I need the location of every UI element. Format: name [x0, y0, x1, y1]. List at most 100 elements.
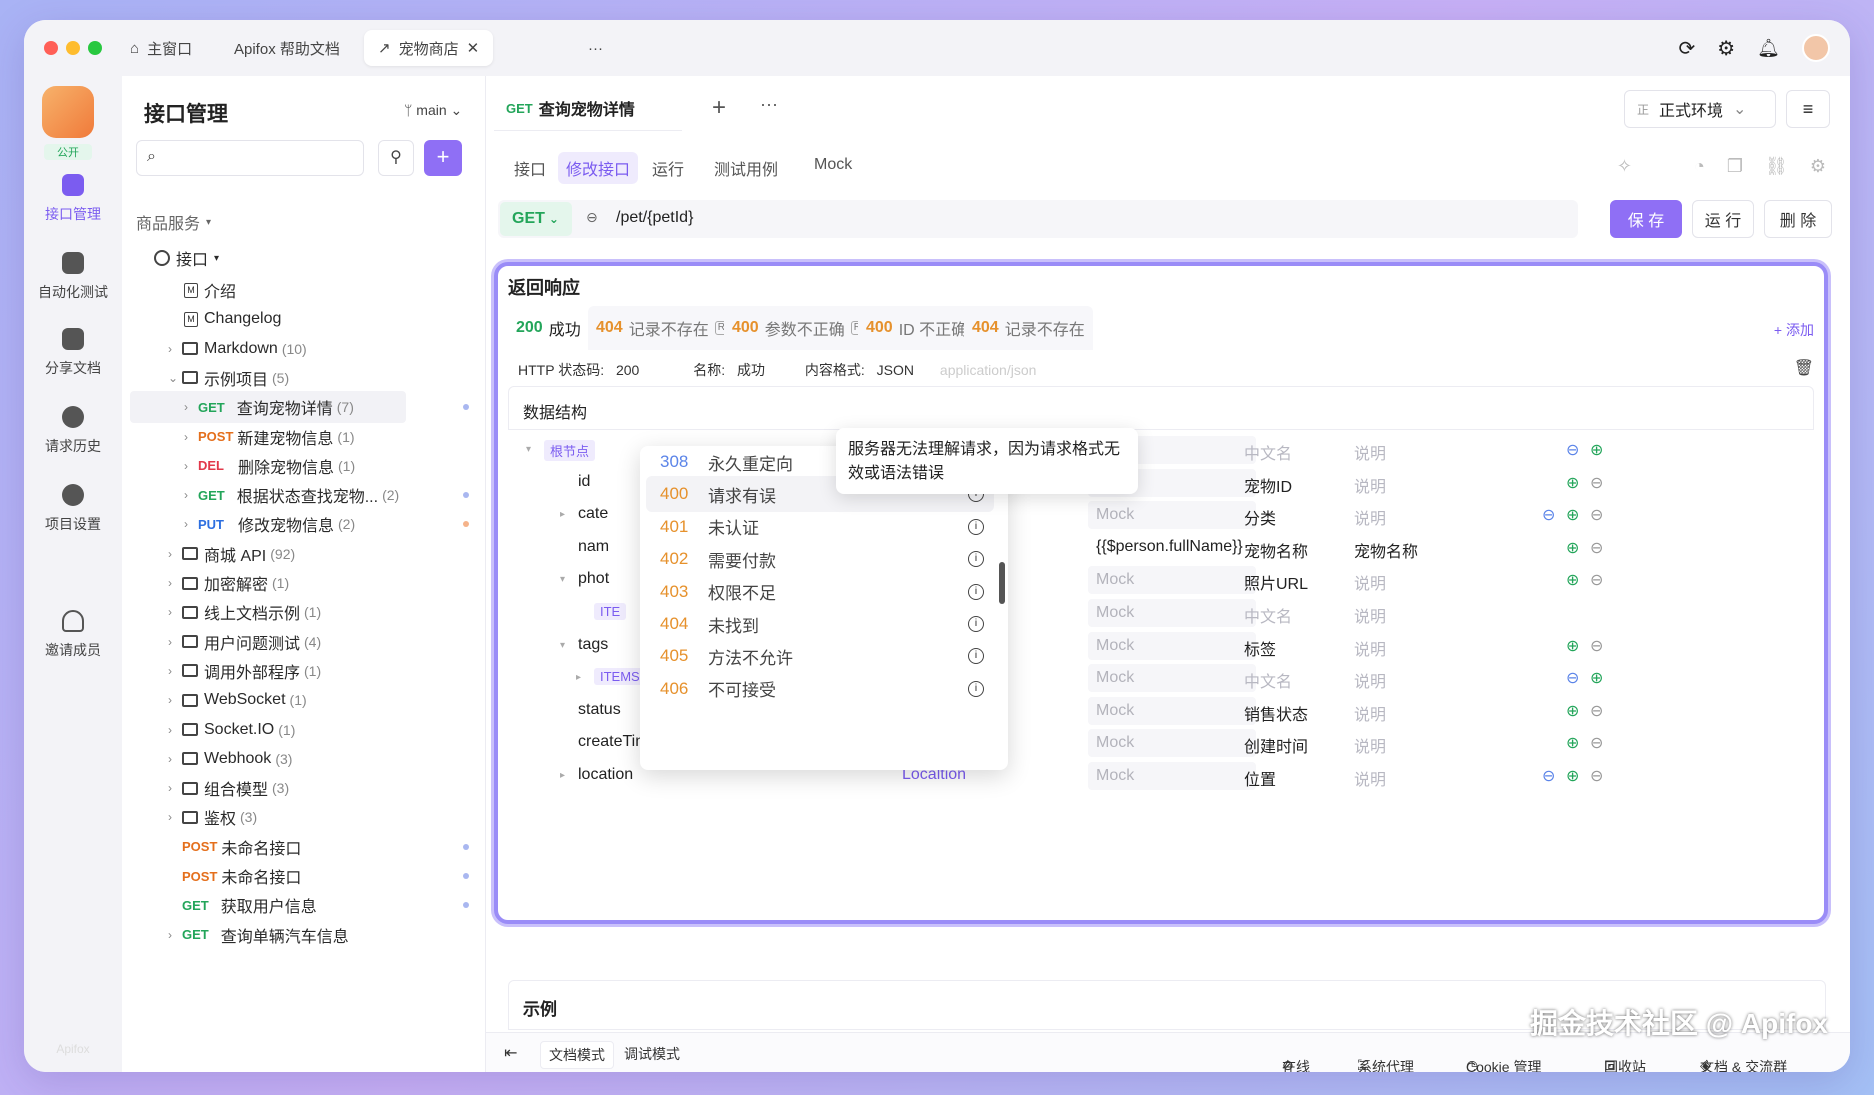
tab-api[interactable]: 接口 — [506, 152, 554, 184]
remove-icon[interactable]: ⊖ — [1590, 636, 1603, 656]
add-response-button[interactable]: + 添加 — [1774, 320, 1814, 340]
field-name[interactable]: id — [578, 473, 590, 491]
description-input[interactable]: 说明 — [1354, 603, 1386, 627]
nav-api-management[interactable]: 接口管理 — [24, 174, 122, 224]
tab-main-window[interactable]: ⌂ 主窗口 — [116, 30, 206, 66]
nav-project-settings[interactable]: 项目设置 — [24, 484, 122, 534]
more-tabs-button[interactable]: ··· — [574, 30, 617, 66]
status-code-option[interactable]: 406 不可接受 i — [646, 671, 994, 707]
remove-icon[interactable]: ⊖ — [1590, 473, 1603, 493]
remove-icon[interactable]: ⊖ — [1590, 766, 1603, 786]
field-name[interactable]: phot — [578, 570, 609, 588]
tree-folder-item[interactable]: › 加密解密 (1) — [168, 567, 289, 599]
tree-folder-item[interactable]: › 调用外部程序 (1) — [168, 655, 321, 687]
save-button[interactable]: 保 存 — [1610, 200, 1682, 238]
tree-folder-item[interactable]: › 用户问题测试 (4) — [168, 626, 321, 658]
info-icon[interactable]: i — [968, 616, 984, 632]
chinese-name-input[interactable]: 宠物名称 — [1244, 538, 1308, 562]
chinese-name-input[interactable]: 中文名 — [1244, 603, 1292, 627]
chevron-right-icon[interactable]: › — [184, 400, 198, 414]
expand-toggle-icon[interactable]: ▸ — [576, 672, 581, 683]
tree-folder-item[interactable]: › 商城 API (92) — [168, 538, 295, 570]
remove-icon[interactable]: ⊖ — [1590, 505, 1603, 525]
tree-api-item[interactable]: POST 未命名接口 — [182, 831, 301, 863]
chevron-right-icon[interactable]: › — [168, 342, 182, 356]
chevron-right-icon[interactable]: › — [184, 459, 198, 473]
more-options-icon[interactable]: ⊖ — [1542, 505, 1555, 525]
tree-folder-item[interactable]: › 鉴权 (3) — [168, 801, 257, 833]
add-child-icon[interactable]: ⊕ — [1566, 636, 1579, 656]
add-child-icon[interactable]: ⊕ — [1566, 538, 1579, 558]
description-input[interactable]: 说明 — [1354, 473, 1386, 497]
chevron-right-icon[interactable]: › — [168, 723, 182, 737]
mock-input[interactable]: Mock — [1088, 566, 1256, 595]
chevron-right-icon[interactable]: › — [184, 488, 198, 502]
add-child-icon[interactable]: ⊕ — [1566, 766, 1579, 786]
refresh-icon[interactable]: ⟳ — [1678, 36, 1695, 61]
more-icon[interactable]: ··· — [760, 94, 778, 115]
info-icon[interactable]: i — [968, 680, 984, 697]
tree-api-item[interactable]: › DEL 删除宠物信息 (1) — [184, 450, 355, 482]
nav-share-docs[interactable]: 分享文档 — [24, 328, 122, 378]
chinese-name-input[interactable]: 中文名 — [1244, 440, 1292, 464]
tab-help-docs[interactable]: Apifox 帮助文档 — [220, 30, 354, 66]
trash-icon[interactable]: 🗑︎ — [1794, 358, 1814, 378]
description-input[interactable]: 说明 — [1354, 733, 1386, 757]
filter-button[interactable]: ⚲ — [378, 140, 414, 176]
field-name[interactable]: tags — [578, 636, 608, 654]
new-tab-button[interactable]: + — [712, 94, 726, 122]
chevron-right-icon[interactable]: › — [184, 517, 198, 531]
chevron-right-icon[interactable]: › — [168, 693, 182, 707]
chinese-name-input[interactable]: 创建时间 — [1244, 733, 1308, 757]
mock-input[interactable]: Mock — [1088, 696, 1256, 725]
tree-api-item[interactable]: › GET 根据状态查找宠物... (2) — [184, 479, 399, 511]
tree-folder-item[interactable]: › Webhook (3) — [168, 743, 292, 775]
field-name[interactable]: cate — [578, 505, 608, 523]
mock-input[interactable]: Mock — [1088, 762, 1256, 790]
chinese-name-input[interactable]: 宠物ID — [1244, 473, 1292, 497]
tree-group[interactable]: 商品服务 ▾ — [136, 206, 211, 238]
tree-api-item[interactable]: › PUT 修改宠物信息 (2) — [184, 508, 355, 540]
description-input[interactable]: 说明 — [1354, 701, 1386, 725]
copy-icon[interactable]: ❐ — [1727, 156, 1743, 177]
info-icon[interactable]: i — [968, 518, 984, 535]
tree-folder-item[interactable]: M Changelog — [184, 303, 281, 335]
expand-toggle-icon[interactable]: ▾ — [526, 444, 531, 455]
field-name[interactable]: 根节点 — [544, 440, 596, 461]
chevron-right-icon[interactable]: › — [168, 752, 182, 766]
project-logo[interactable] — [42, 86, 94, 138]
info-icon[interactable]: i — [968, 583, 984, 600]
tree-root[interactable]: 接口 ▾ — [154, 242, 219, 274]
link-icon[interactable]: ⛓ — [1765, 156, 1788, 177]
chevron-right-icon[interactable]: › — [168, 605, 182, 619]
chevron-right-icon[interactable]: › — [168, 547, 182, 561]
mock-input[interactable]: Mock — [1088, 599, 1256, 627]
chevron-right-icon[interactable]: › — [184, 430, 198, 444]
add-child-icon[interactable]: ⊕ — [1566, 701, 1579, 721]
close-tab-icon[interactable]: ✕ — [467, 39, 480, 57]
tree-api-item[interactable]: POST 未命名接口 — [182, 860, 301, 892]
add-child-icon[interactable]: ⊕ — [1566, 505, 1579, 525]
delete-button[interactable]: 删 除 — [1764, 200, 1832, 238]
environment-selector[interactable]: 正 正式环境 ⌄ — [1624, 90, 1776, 128]
bell-icon[interactable]: 🔔︎ — [1757, 38, 1780, 59]
expand-toggle-icon[interactable]: ▾ — [560, 574, 565, 585]
chevron-down-icon[interactable]: ⌄ — [168, 371, 182, 385]
remove-icon[interactable]: ⊖ — [1590, 701, 1603, 721]
add-button[interactable]: + — [424, 140, 462, 176]
add-child-icon[interactable]: ⊕ — [1590, 668, 1603, 688]
field-name[interactable]: nam — [578, 538, 609, 556]
tree-folder-item[interactable]: › 线上文档示例 (1) — [168, 596, 321, 628]
add-child-icon[interactable]: ⊕ — [1566, 473, 1579, 493]
status-code-option[interactable]: 401 未认证 i — [646, 509, 994, 545]
doc-mode-button[interactable]: 文档模式 — [540, 1041, 614, 1069]
chinese-name-input[interactable]: 位置 — [1244, 766, 1276, 790]
add-child-icon[interactable]: ⊕ — [1566, 733, 1579, 753]
name-value[interactable]: 成功 — [737, 362, 765, 378]
debug-mode-button[interactable]: 调试模式 — [624, 1044, 680, 1064]
tab-mock[interactable]: Mock — [806, 152, 860, 178]
status-code-value[interactable]: 200 — [616, 362, 639, 378]
chevron-right-icon[interactable]: › — [168, 810, 182, 824]
chevron-right-icon[interactable]: › — [168, 664, 182, 678]
response-tab-400-b[interactable]: 400 ID 不正确 — [858, 306, 976, 350]
